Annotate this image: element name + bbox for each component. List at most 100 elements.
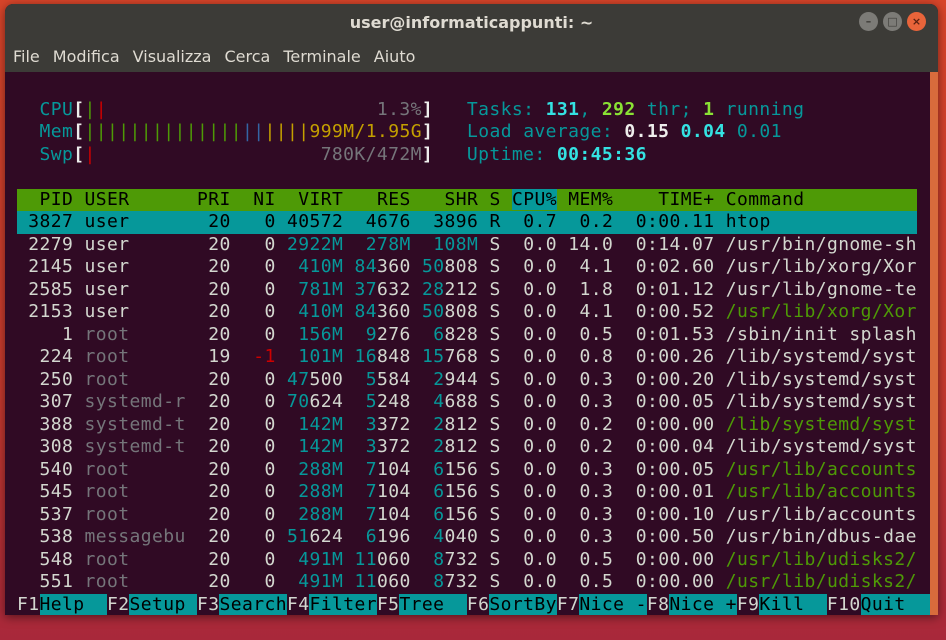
column-header-virt[interactable]: VIRT [287,189,343,210]
process-row[interactable]: 308 systemd-t 20 0 142M 3372 2812 S 0.0 … [17,436,917,459]
user: root [84,503,186,525]
process-row[interactable]: 545 root 20 0 288M 7104 6156 S 0.0 0.3 0… [17,481,917,504]
fkey-sortby-button[interactable]: SortBy [489,593,557,615]
text [501,211,512,232]
text [714,481,725,502]
virt: 491M [286,548,344,570]
fkey-setup-button[interactable]: Setup [129,593,197,615]
process-row[interactable]: 538 messagebu 20 0 51624 6196 4040 S 0.0… [17,526,917,549]
process-row[interactable]: 388 systemd-t 20 0 142M 3372 2812 S 0.0 … [17,414,917,437]
nice: 0 [241,323,276,345]
process-row[interactable]: 224 root 19 -1 101M 16848 15768 S 0.0 0.… [17,346,917,369]
menu-file[interactable]: File [13,47,40,66]
command: /usr/bin/dbus-dae [725,526,917,547]
command: /usr/lib/gnome-te [725,278,917,300]
text [73,391,84,412]
column-header-s[interactable]: S [489,189,500,210]
fkey-nice-button[interactable]: Nice + [669,593,737,615]
command: /usr/lib/udisks2/ [725,548,917,570]
pid: 308 [17,436,74,457]
menu-modifica[interactable]: Modifica [53,47,120,66]
fkey-help-button[interactable]: Help [39,593,107,615]
minimize-button[interactable]: – [859,12,878,31]
menu-terminale[interactable]: Terminale [283,47,360,66]
column-header-time[interactable]: TIME+ [624,189,714,210]
process-row[interactable]: 2585 user 20 0 781M 37632 28212 S 0.0 1.… [17,279,917,302]
priority: 20 [196,413,231,435]
process-row[interactable]: 250 root 20 0 47500 5584 2944 S 0.0 0.3 … [17,369,917,392]
load-5: 0.04 [680,121,726,142]
fkey-f2[interactable]: F2 [107,594,130,615]
process-row[interactable]: 2153 user 20 0 410M 84360 50808 S 0.0 4.… [17,301,917,324]
column-header-ni[interactable]: NI [242,189,276,210]
text [613,256,624,277]
fkey-f3[interactable]: F3 [197,594,220,615]
process-row[interactable]: 3827 user 20 0 40572 4676 3896 R 0.7 0.2… [17,211,917,234]
pid: 538 [17,526,74,547]
text [501,414,512,435]
text [714,211,725,232]
process-row[interactable]: 2145 user 20 0 410M 84360 50808 S 0.0 4.… [17,256,917,279]
menu-visualizza[interactable]: Visualizza [133,47,212,66]
fkey-quit-button[interactable]: Quit [860,593,938,615]
priority: 20 [196,301,231,322]
fkey-f1[interactable]: F1 [17,594,40,615]
text [231,481,242,502]
fkey-tree-button[interactable]: Tree [399,593,467,615]
time: 0:01.53 [624,323,715,345]
priority: 20 [196,571,231,592]
text [501,346,512,367]
pid: 307 [17,391,74,412]
fkey-f6[interactable]: F6 [467,594,490,615]
text [613,211,624,232]
column-header-res[interactable]: RES [354,189,410,210]
menu-cerca[interactable]: Cerca [224,47,270,66]
fkey-f9[interactable]: F9 [737,594,760,615]
user: systemd-t [84,413,186,435]
fkey-filter-button[interactable]: Filter [309,593,377,615]
process-row[interactable]: 551 root 20 0 491M 11060 8732 S 0.0 0.5 … [17,571,917,594]
command: /lib/systemd/syst [725,346,917,367]
scrollbar[interactable] [930,72,938,615]
cpu-percent: 0.0 [511,301,557,322]
column-header-pri[interactable]: PRI [197,189,231,210]
fkey-f8[interactable]: F8 [647,594,670,615]
fkey-f10[interactable]: F10 [827,594,861,615]
nice: 0 [241,301,276,322]
res: 37632 [354,278,411,300]
state: S [489,346,501,367]
pid: 224 [17,346,74,367]
column-header-shr[interactable]: SHR [422,189,478,210]
fkey-kill-button[interactable]: Kill [759,593,827,615]
time: 0:00.01 [624,481,715,502]
text [714,99,725,120]
process-row[interactable]: 537 root 20 0 288M 7104 6156 S 0.0 0.3 0… [17,504,917,527]
res: 9276 [354,323,411,345]
state: S [489,481,501,502]
process-row[interactable]: 540 root 20 0 288M 7104 6156 S 0.0 0.3 0… [17,459,917,482]
fkey-nice-button[interactable]: Nice - [579,593,647,615]
menu-aiuto[interactable]: Aiuto [374,47,416,66]
cpu-percent: 0.0 [511,391,557,412]
fkey-f4[interactable]: F4 [287,594,310,615]
process-row[interactable]: 307 systemd-r 20 0 70624 5248 4688 S 0.0… [17,391,917,414]
title-bar[interactable]: user@informaticappunti: ~ – □ × [5,4,938,40]
column-header-cpu[interactable]: CPU% [511,188,557,210]
close-button[interactable]: × [907,12,926,31]
cpu-meter-line: CPU[|| 1.3%] Tasks: 131, 292 thr; 1 runn… [17,99,804,122]
fkey-search-button[interactable]: Search [219,593,287,615]
text [231,549,242,570]
fkey-f7[interactable]: F7 [557,594,580,615]
column-header-mem[interactable]: MEM% [568,189,613,210]
process-row[interactable]: 1 root 20 0 156M 9276 6828 S 0.0 0.5 0:0… [17,324,917,347]
text [343,234,354,255]
process-row[interactable]: 548 root 20 0 491M 11060 8732 S 0.0 0.5 … [17,549,917,572]
column-header-user[interactable]: USER [85,189,186,210]
maximize-button[interactable]: □ [883,12,902,31]
process-row[interactable]: 2279 user 20 0 2922M 278M 108M S 0.0 14.… [17,234,917,257]
fkey-f5[interactable]: F5 [377,594,400,615]
terminal-area[interactable]: CPU[|| 1.3%] Tasks: 131, 292 thr; 1 runn… [12,72,938,615]
load-1: 0.15 [624,121,670,142]
column-header-pid[interactable]: PID [17,189,73,210]
column-header-command[interactable]: Command [726,189,906,210]
